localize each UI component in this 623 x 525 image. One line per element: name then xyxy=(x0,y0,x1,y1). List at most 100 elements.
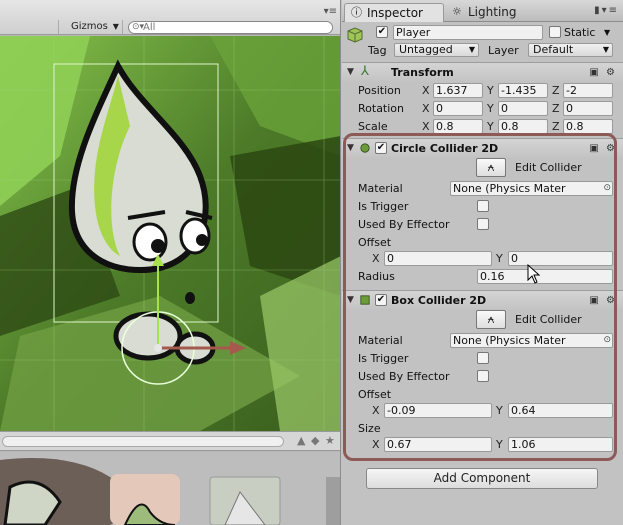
offset-y-field[interactable]: 0 xyxy=(508,251,613,266)
rotation-x-field[interactable]: 0 xyxy=(433,101,483,116)
radius-field[interactable]: 0.16 xyxy=(477,269,613,284)
search-icon: ⊙▾ xyxy=(132,22,145,32)
static-checkbox[interactable] xyxy=(549,26,561,38)
axis-y-label: Y xyxy=(496,438,503,451)
edit-collider-icon: ⍲ xyxy=(487,160,495,174)
box-collider-icon xyxy=(360,295,370,305)
character-pupil xyxy=(151,239,165,253)
axis-x-label: X xyxy=(372,438,380,451)
object-picker-icon[interactable]: ⊙ xyxy=(603,182,611,195)
add-component-button[interactable]: Add Component xyxy=(366,468,598,489)
tab-bar: ⓘ Inspector ☼ Lighting ▮▾≡ xyxy=(342,0,623,22)
axis-y-label: Y xyxy=(487,102,494,115)
menu-lines-icon[interactable]: ▾≡ xyxy=(324,6,337,17)
rotation-y-field[interactable]: 0 xyxy=(498,101,548,116)
object-picker-icon[interactable]: ⊙ xyxy=(603,334,611,347)
gizmos-dropdown[interactable]: Gizmos ▼ xyxy=(58,20,123,34)
caret-down-icon: ▼ xyxy=(468,45,475,54)
pivot-handle[interactable] xyxy=(154,344,162,352)
tab-inspector[interactable]: ⓘ Inspector xyxy=(344,3,444,22)
character-legs xyxy=(113,311,183,361)
caret-down-icon: ▼ xyxy=(602,45,609,54)
edit-collider-label: Edit Collider xyxy=(515,313,582,326)
box-collider-enabled-checkbox[interactable]: ✔ xyxy=(375,294,387,306)
is-trigger-checkbox[interactable] xyxy=(477,200,489,212)
material-value: None (Physics Mater xyxy=(453,334,566,347)
axis-y-label: Y xyxy=(496,252,503,265)
fold-arrow-icon[interactable]: ▼ xyxy=(347,291,354,310)
asset-thumbnail[interactable] xyxy=(326,477,341,525)
component-settings-icon[interactable]: ▣ ⚙ xyxy=(589,63,617,82)
tag-label: Tag xyxy=(368,44,387,57)
axis-y-label: Y xyxy=(487,120,494,133)
star-icon[interactable]: ★ xyxy=(325,434,335,447)
lighting-icon: ☼ xyxy=(452,5,462,18)
material-label: Material xyxy=(358,182,403,195)
rotation-z-field[interactable]: 0 xyxy=(563,101,613,116)
tag-icon[interactable]: ◆ xyxy=(311,434,319,447)
offset-y-field[interactable]: 0.64 xyxy=(508,403,613,418)
offset-x-field[interactable]: 0 xyxy=(384,251,492,266)
used-by-effector-checkbox[interactable] xyxy=(477,370,489,382)
circle-collider-icon xyxy=(360,143,370,153)
circle-collider-title: Circle Collider 2D xyxy=(391,142,499,155)
assets-panel xyxy=(0,452,341,525)
inspector-panel: ⓘ Inspector ☼ Lighting ▮▾≡ ✔ Player Stat… xyxy=(342,0,623,525)
is-trigger-checkbox[interactable] xyxy=(477,352,489,364)
offset-label: Offset xyxy=(358,388,392,401)
box-collider-title: Box Collider 2D xyxy=(391,294,487,307)
scene-bottom-bar: ▲ ◆ ★ xyxy=(0,431,340,451)
layer-dropdown[interactable]: Default ▼ xyxy=(528,43,613,57)
position-z-field[interactable]: -2 xyxy=(563,83,613,98)
active-checkbox[interactable]: ✔ xyxy=(376,26,388,38)
scene-toolbar: ▾≡ Gizmos ▼ ⊙▾ All xyxy=(0,0,340,35)
horizontal-scrollbar[interactable] xyxy=(2,436,284,447)
circle-collider-enabled-checkbox[interactable]: ✔ xyxy=(375,142,387,154)
used-by-effector-checkbox[interactable] xyxy=(477,218,489,230)
circle-collider-header[interactable]: ▼ ✔ Circle Collider 2D ▣ ⚙ xyxy=(342,138,623,157)
transform-title: Transform xyxy=(391,66,454,79)
material-value: None (Physics Mater xyxy=(453,182,566,195)
caret-down-icon[interactable]: ▼ xyxy=(604,24,610,41)
scene-search-input[interactable]: ⊙▾ All xyxy=(128,21,333,34)
edit-collider-button[interactable]: ⍲ xyxy=(476,310,506,329)
window-menu-icon[interactable]: ▮▾≡ xyxy=(594,5,619,16)
object-name-field[interactable]: Player xyxy=(393,25,543,40)
mouse-cursor-icon xyxy=(527,264,541,284)
used-by-effector-label: Used By Effector xyxy=(358,370,450,383)
edit-collider-icon: ⍲ xyxy=(487,312,495,326)
radius-label: Radius xyxy=(358,270,395,283)
static-label: Static xyxy=(564,26,596,39)
shapes-icon[interactable]: ▲ xyxy=(297,434,305,447)
scene-view: ▾≡ Gizmos ▼ ⊙▾ All ▲ ◆ ★ xyxy=(0,0,341,525)
size-label: Size xyxy=(358,422,381,435)
edit-collider-button[interactable]: ⍲ xyxy=(476,158,506,177)
component-settings-icon[interactable]: ▣ ⚙ xyxy=(589,291,617,310)
material-field[interactable]: None (Physics Mater ⊙ xyxy=(450,181,613,196)
offset-x-field[interactable]: -0.09 xyxy=(384,403,492,418)
axis-x-label: X xyxy=(372,404,380,417)
transform-header[interactable]: ▼ ⅄ Transform ▣ ⚙ xyxy=(342,62,623,81)
box-collider-header[interactable]: ▼ ✔ Box Collider 2D ▣ ⚙ xyxy=(342,290,623,309)
component-settings-icon[interactable]: ▣ ⚙ xyxy=(589,139,617,158)
scale-x-field[interactable]: 0.8 xyxy=(433,119,483,134)
add-component-label: Add Component xyxy=(433,471,531,485)
tab-lighting[interactable]: ☼ Lighting xyxy=(446,3,546,22)
position-y-field[interactable]: -1.435 xyxy=(498,83,548,98)
scale-y-field[interactable]: 0.8 xyxy=(498,119,548,134)
axis-y-label: Y xyxy=(487,84,494,97)
fold-arrow-icon[interactable]: ▼ xyxy=(347,63,354,82)
axis-x-label: X xyxy=(422,102,430,115)
position-label: Position xyxy=(358,84,401,97)
position-x-field[interactable]: 1.637 xyxy=(433,83,483,98)
size-x-field[interactable]: 0.67 xyxy=(384,437,492,452)
size-y-field[interactable]: 1.06 xyxy=(508,437,613,452)
axis-z-label: Z xyxy=(552,120,560,133)
tag-dropdown[interactable]: Untagged ▼ xyxy=(394,43,479,57)
transform-icon: ⅄ xyxy=(361,64,369,79)
axis-x-label: X xyxy=(422,120,430,133)
scale-z-field[interactable]: 0.8 xyxy=(563,119,613,134)
fold-arrow-icon[interactable]: ▼ xyxy=(347,139,354,158)
material-field[interactable]: None (Physics Mater ⊙ xyxy=(450,333,613,348)
scene-canvas[interactable] xyxy=(0,36,341,431)
